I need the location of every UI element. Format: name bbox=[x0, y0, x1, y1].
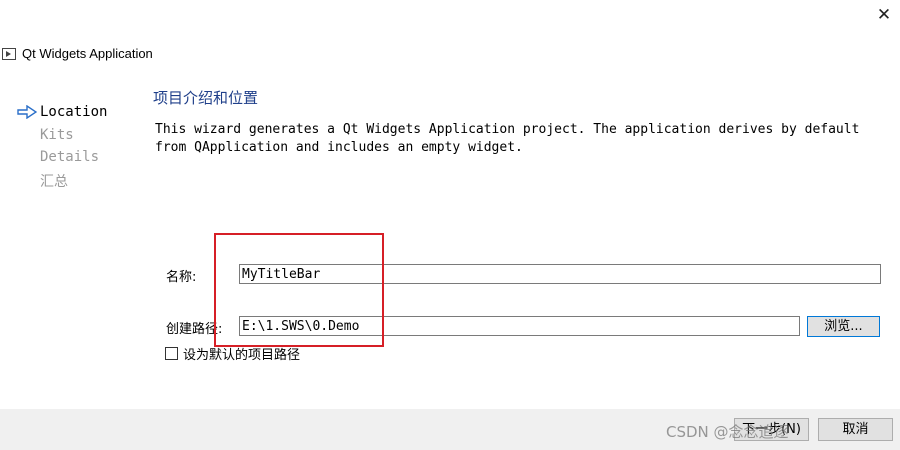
default-path-checkbox[interactable] bbox=[165, 347, 178, 360]
browse-button[interactable]: 浏览... bbox=[807, 316, 880, 337]
page-title: 项目介绍和位置 bbox=[153, 89, 259, 107]
step-location: Location bbox=[40, 104, 108, 120]
app-window-icon bbox=[2, 48, 16, 60]
annotation-highlight-box bbox=[214, 233, 384, 347]
step-kits: Kits bbox=[40, 127, 74, 143]
step-details: Details bbox=[40, 149, 100, 165]
current-step-arrow-icon bbox=[17, 105, 37, 119]
page-description: This wizard generates a Qt Widgets Appli… bbox=[155, 122, 860, 155]
close-button[interactable]: ✕ bbox=[872, 4, 896, 26]
name-label: 名称: bbox=[166, 270, 197, 285]
cancel-button[interactable]: 取消 bbox=[818, 418, 893, 441]
step-summary: 汇总 bbox=[40, 174, 68, 190]
window-title: Qt Widgets Application bbox=[22, 46, 153, 61]
next-button[interactable]: 下一步(N) bbox=[734, 418, 809, 441]
